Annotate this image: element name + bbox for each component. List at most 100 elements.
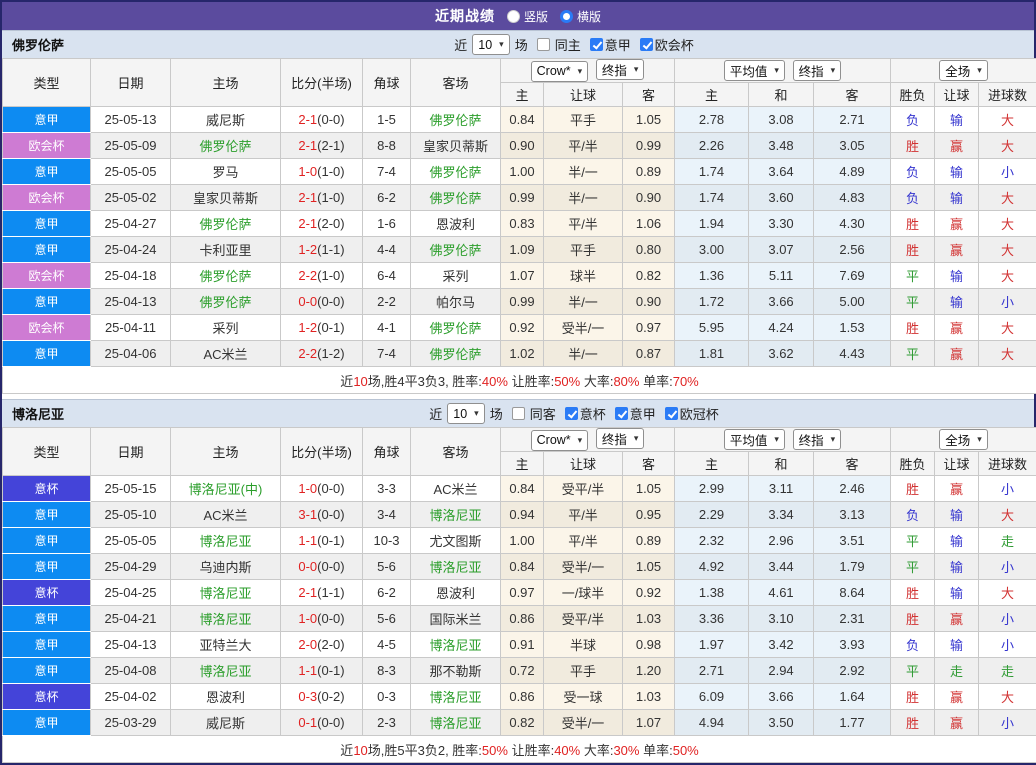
league-badge: 意甲 [3,289,91,315]
scope-select[interactable]: 全场▾ [939,429,988,450]
avg-time-select[interactable]: 终指▾ [793,60,842,81]
same-venue-checkbox[interactable] [537,38,550,51]
avg-draw: 3.62 [749,341,814,367]
avg-draw: 3.34 [749,502,814,528]
result-goals: 大 [979,315,1036,341]
avg-time-select[interactable]: 终指▾ [793,429,842,450]
avg-home: 1.72 [675,289,749,315]
match-date: 25-05-05 [91,528,171,554]
odds-time-select[interactable]: 终指▾ [596,428,645,449]
league-filter: 意甲 [609,404,656,423]
league-checkbox[interactable] [615,407,628,420]
result-handicap: 输 [935,528,979,554]
odds-handicap: 平手 [544,658,623,684]
league-checkbox[interactable] [590,38,603,51]
away-team: 佛罗伦萨 [411,341,501,367]
match-date: 25-05-09 [91,133,171,159]
avg-draw: 3.07 [749,237,814,263]
result-goals: 大 [979,133,1036,159]
recent-count-select[interactable]: 10 ▾ [447,403,484,424]
odds-time-select[interactable]: 终指▾ [596,59,645,80]
layout-radio-vertical[interactable]: 竖版 [507,8,548,25]
summary-text: 场,胜5平3负2, 胜率: [368,743,482,758]
league-checkbox[interactable] [665,407,678,420]
odds-handicap: 受半/一 [544,710,623,736]
radio-horizontal-label: 横版 [577,8,601,25]
summary-text: 80% [613,374,639,389]
league-badge: 意甲 [3,606,91,632]
home-team: AC米兰 [171,502,281,528]
avg-away: 1.64 [814,684,891,710]
league-checkbox[interactable] [565,407,578,420]
result-goals: 大 [979,237,1036,263]
league-badge: 意甲 [3,341,91,367]
odds-provider-select[interactable]: Crow*▾ [531,430,589,451]
result-wdl: 胜 [891,315,935,341]
match-date: 25-05-15 [91,476,171,502]
match-date: 25-04-13 [91,289,171,315]
odds-provider-select[interactable]: Crow*▾ [531,61,589,82]
col-header-handicap-result: 让球 [935,452,979,476]
result-goals: 走 [979,658,1036,684]
result-handicap: 输 [935,502,979,528]
avg-home: 1.97 [675,632,749,658]
chevron-down-icon: ▾ [977,65,982,76]
league-label: 意杯 [580,404,606,423]
match-date: 25-04-06 [91,341,171,367]
result-wdl: 胜 [891,133,935,159]
match-score: 1-0(1-0) [281,159,363,185]
away-team: 佛罗伦萨 [411,185,501,211]
odds-home: 1.07 [501,263,544,289]
avg-home: 1.38 [675,580,749,606]
away-team: 博洛尼亚 [411,632,501,658]
away-team: 恩波利 [411,580,501,606]
scope-select[interactable]: 全场▾ [939,60,988,81]
league-badge: 意甲 [3,237,91,263]
league-checkbox[interactable] [640,38,653,51]
home-team: 博洛尼亚(中) [171,476,281,502]
radio-icon[interactable] [507,10,520,23]
avg-group-header: 平均值▾ 终指▾ [675,428,891,452]
corner-count: 8-3 [363,658,411,684]
col-header-result: 胜负 [891,452,935,476]
corner-count: 7-4 [363,159,411,185]
home-team: 乌迪内斯 [171,554,281,580]
odds-away: 0.89 [623,528,675,554]
match-row: 欧会杯 25-05-09 佛罗伦萨 2-1(2-1) 8-8 皇家贝蒂斯 0.9… [3,133,1036,159]
radio-icon[interactable] [560,10,573,23]
chevron-down-icon: ▾ [774,434,779,445]
summary-text: 40% [554,743,580,758]
near-label: 近 [454,35,467,54]
away-team: 皇家贝蒂斯 [411,133,501,159]
summary-text: 30% [613,743,639,758]
odds-away: 1.03 [623,684,675,710]
result-wdl: 胜 [891,710,935,736]
result-wdl: 负 [891,107,935,133]
avg-source-select[interactable]: 平均值▾ [724,60,785,81]
avg-home: 2.99 [675,476,749,502]
avg-away: 4.43 [814,341,891,367]
match-score: 2-1(0-0) [281,107,363,133]
layout-radio-horizontal[interactable]: 横版 [560,8,601,25]
filter-controls: 近 10 ▾ 场 同客 意杯 意甲 [429,403,719,424]
avg-source-select[interactable]: 平均值▾ [724,429,785,450]
summary-text: 让胜率: [508,374,554,389]
same-venue-checkbox[interactable] [512,407,525,420]
home-team: 博洛尼亚 [171,658,281,684]
avg-away: 7.69 [814,263,891,289]
col-header-handicap: 让球 [544,452,623,476]
recent-count-select[interactable]: 10 ▾ [472,34,509,55]
league-badge: 意甲 [3,710,91,736]
page-title: 近期战绩 [435,6,495,26]
summary-text: 大率: [580,374,613,389]
result-goals: 大 [979,107,1036,133]
result-goals: 小 [979,632,1036,658]
avg-away: 1.77 [814,710,891,736]
avg-away: 8.64 [814,580,891,606]
avg-home: 3.36 [675,606,749,632]
corner-count: 7-4 [363,341,411,367]
avg-draw: 3.60 [749,185,814,211]
avg-away: 1.79 [814,554,891,580]
filter-controls: 近 10 ▾ 场 同主 意甲 欧会杯 [454,34,694,55]
odds-home: 0.83 [501,211,544,237]
